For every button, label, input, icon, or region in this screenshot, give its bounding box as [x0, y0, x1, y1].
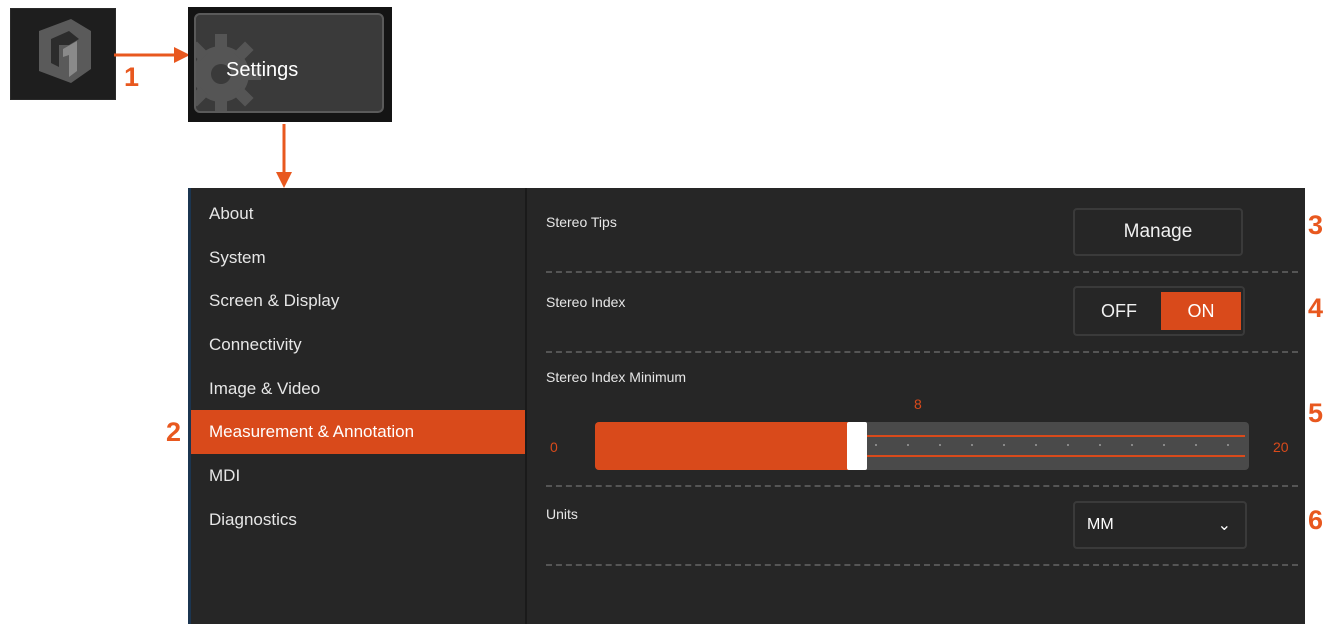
- stereo-index-toggle: OFF ON: [1073, 286, 1245, 336]
- units-select-value: MM: [1087, 516, 1114, 533]
- slider-max-label: 20: [1273, 439, 1289, 455]
- slider-tick: [1162, 444, 1165, 446]
- units-label: Units: [546, 506, 578, 522]
- callout-6: 6: [1308, 505, 1324, 535]
- toggle-on-option[interactable]: ON: [1161, 292, 1241, 330]
- slider-tick: [1066, 444, 1069, 446]
- arrow-to-panel: [276, 124, 292, 188]
- stereo-tips-label: Stereo Tips: [546, 214, 617, 230]
- units-select[interactable]: MM ⌄: [1073, 501, 1247, 549]
- chevron-down-icon: ⌄: [1217, 517, 1231, 534]
- slider-tick: [874, 444, 877, 446]
- divider: [546, 351, 1298, 353]
- slider-tick: [1002, 444, 1005, 446]
- stereo-index-label: Stereo Index: [546, 294, 626, 310]
- sidebar-item-connectivity[interactable]: Connectivity: [191, 323, 525, 367]
- slider-guide-top: [850, 435, 1245, 437]
- stereo-index-minimum-label: Stereo Index Minimum: [546, 369, 687, 385]
- slider-thumb[interactable]: [846, 422, 867, 470]
- slider-tick: [1130, 444, 1133, 446]
- callout-5: 5: [1308, 398, 1324, 428]
- divider: [546, 271, 1298, 273]
- callout-3: 3: [1308, 210, 1324, 240]
- slider-tick: [1194, 444, 1197, 446]
- settings-panel: About System Screen & Display Connectivi…: [188, 188, 1305, 624]
- settings-content: Stereo Tips Manage Stereo Index OFF ON S…: [528, 188, 1305, 624]
- slider-guide-bottom: [850, 455, 1245, 457]
- sidebar-item-system[interactable]: System: [191, 236, 525, 280]
- settings-tile: Settings: [188, 7, 392, 122]
- slider-min-label: 0: [550, 439, 558, 455]
- slider-tick: [1034, 444, 1037, 446]
- divider: [546, 485, 1298, 487]
- arrow-to-settings: [114, 47, 190, 63]
- stereo-index-minimum-slider[interactable]: [595, 422, 1249, 470]
- slider-tick: [970, 444, 973, 446]
- sidebar-item-about[interactable]: About: [191, 192, 525, 236]
- slider-tick: [938, 444, 941, 446]
- slider-value-label: 8: [914, 396, 922, 412]
- settings-button[interactable]: Settings: [194, 13, 384, 113]
- settings-label: Settings: [226, 59, 299, 81]
- sidebar-item-mdi[interactable]: MDI: [191, 454, 525, 498]
- slider-tick: [1226, 444, 1229, 446]
- callout-1: 1: [124, 62, 140, 92]
- slider-fill: [595, 422, 857, 470]
- slider-tick: [1098, 444, 1101, 446]
- sidebar-item-image-video[interactable]: Image & Video: [191, 367, 525, 411]
- sidebar-item-diagnostics[interactable]: Diagnostics: [191, 498, 525, 542]
- sidebar-item-measurement-annotation[interactable]: Measurement & Annotation: [191, 410, 525, 454]
- toggle-off-option[interactable]: OFF: [1079, 292, 1159, 330]
- divider: [546, 564, 1298, 566]
- slider-tick: [906, 444, 909, 446]
- callout-2: 2: [166, 417, 182, 447]
- settings-sidebar: About System Screen & Display Connectivi…: [191, 188, 527, 624]
- app-logo-icon[interactable]: [10, 8, 116, 100]
- sidebar-item-screen-display[interactable]: Screen & Display: [191, 279, 525, 323]
- manage-button[interactable]: Manage: [1073, 208, 1243, 256]
- callout-4: 4: [1308, 293, 1324, 323]
